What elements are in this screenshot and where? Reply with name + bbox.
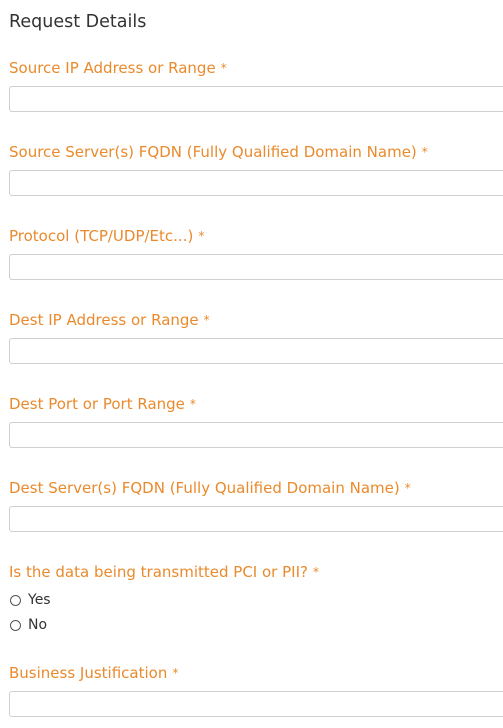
business-justification-label-text: Business Justification [9,664,168,682]
pci-question-label: Is the data being transmitted PCI or PII… [9,562,319,583]
required-asterisk: * [172,666,179,680]
source-ip-label-text: Source IP Address or Range [9,59,216,77]
protocol-input[interactable] [9,254,503,280]
required-asterisk: * [189,397,196,411]
source-fqdn-label-text: Source Server(s) FQDN (Fully Qualified D… [9,143,417,161]
dest-fqdn-label: Dest Server(s) FQDN (Fully Qualified Dom… [9,478,411,499]
radio-no[interactable] [10,619,21,631]
business-justification-label: Business Justification * [9,663,178,684]
source-fqdn-label: Source Server(s) FQDN (Fully Qualified D… [9,142,428,163]
required-asterisk: * [404,481,411,495]
radio-yes-label[interactable]: Yes [28,591,51,609]
section-title: Request Details [9,12,147,32]
dest-fqdn-input[interactable] [9,506,503,532]
dest-fqdn-label-text: Dest Server(s) FQDN (Fully Qualified Dom… [9,479,400,497]
required-asterisk: * [203,313,210,327]
radio-yes[interactable] [10,594,21,606]
required-asterisk: * [198,229,205,243]
source-fqdn-input[interactable] [9,170,503,196]
protocol-label-text: Protocol (TCP/UDP/Etc...) [9,227,194,245]
required-asterisk: * [312,565,319,579]
dest-port-label-text: Dest Port or Port Range [9,395,185,413]
dest-ip-label-text: Dest IP Address or Range [9,311,199,329]
radio-no-label[interactable]: No [28,616,47,634]
required-asterisk: * [220,61,227,75]
required-asterisk: * [421,145,428,159]
dest-port-input[interactable] [9,422,503,448]
dest-port-label: Dest Port or Port Range * [9,394,196,415]
source-ip-label: Source IP Address or Range * [9,58,227,79]
dest-ip-label: Dest IP Address or Range * [9,310,210,331]
protocol-label: Protocol (TCP/UDP/Etc...) * [9,226,204,247]
source-ip-input[interactable] [9,86,503,112]
dest-ip-input[interactable] [9,338,503,364]
pci-option-no[interactable]: No [9,616,47,634]
business-justification-input[interactable] [9,691,503,717]
pci-question-label-text: Is the data being transmitted PCI or PII… [9,563,308,581]
pci-option-yes[interactable]: Yes [9,591,51,609]
